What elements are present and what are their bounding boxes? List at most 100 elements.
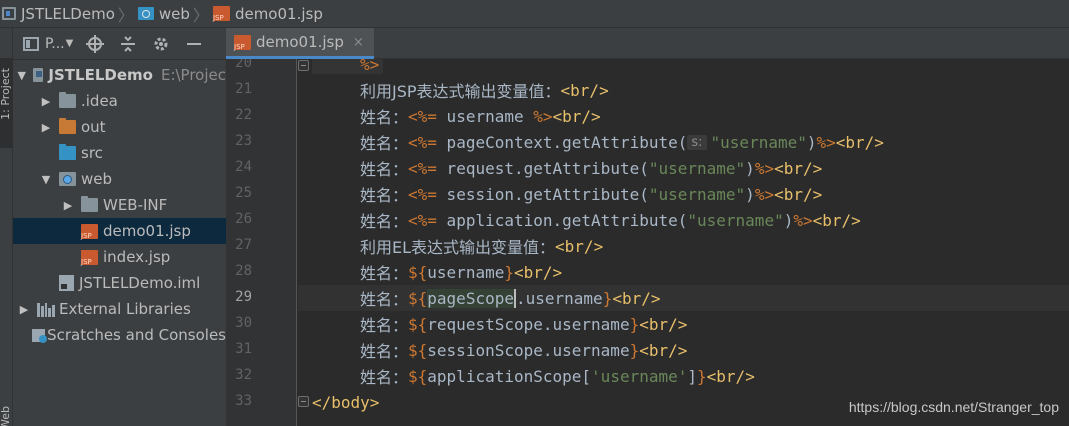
module-icon	[32, 68, 44, 82]
code-line: 姓名： ${username} <br/>	[298, 259, 1069, 285]
string-literal: "username"	[648, 158, 746, 178]
el-expression: requestScope.username	[427, 314, 630, 334]
tree-item-label: out	[81, 118, 106, 136]
tree-item-scratches[interactable]: Scratches and Consoles	[13, 322, 226, 348]
html-tag: <br/>	[560, 80, 609, 100]
el-expression: username	[427, 262, 505, 282]
tab-demo01-jsp[interactable]: demo01.jsp ×	[226, 28, 374, 59]
navigation-bar: JSTLELDemo 〉 web 〉 demo01.jsp	[0, 0, 1069, 28]
tree-item-project[interactable]: ▼ JSTLELDemo E:\Projec	[13, 62, 226, 88]
jsp-delimiter: %>	[793, 210, 813, 230]
code-line: 姓名： <%= username %> <br/>	[298, 103, 1069, 129]
code-area[interactable]: %> 利用JSP表达式输出变量值： <br/> 姓名： <%= username %…	[298, 59, 1069, 426]
tree-item-web[interactable]: ▼ web	[13, 166, 226, 192]
expand-arrow-icon[interactable]: ▶	[39, 95, 53, 108]
breadcrumb-project[interactable]: JSTLELDemo	[2, 0, 115, 28]
jsp-delimiter: <%=	[408, 106, 437, 126]
project-view-selector[interactable]: P... ▼	[23, 36, 83, 52]
el-expression: sessionScope.username	[427, 340, 630, 360]
el-identifier-highlight: pageScope	[427, 288, 514, 308]
project-tool-label[interactable]: 1: Project	[0, 68, 12, 120]
folder-blue-icon	[59, 144, 76, 160]
tree-item-label: index.jsp	[103, 248, 171, 266]
code-text: 姓名：	[360, 264, 409, 283]
code-line: 姓名： <%= application.getAttribute("usernam…	[298, 207, 1069, 233]
web-tool-label[interactable]: Web	[0, 406, 12, 426]
expand-arrow-icon[interactable]: ▶	[61, 199, 75, 212]
folder-icon	[59, 92, 76, 108]
code-editor[interactable]: 20 21 22 23 24 25 26 27 28 29 30 31 32 3…	[226, 59, 1069, 426]
el-delimiter: }	[602, 288, 613, 308]
tree-item-label: JSTLELDemo.iml	[79, 274, 201, 292]
jsp-icon	[81, 249, 98, 266]
html-tag: <br/>	[555, 236, 604, 256]
jsp-file-icon	[212, 6, 230, 22]
dropdown-arrow-icon: ▼	[65, 38, 74, 49]
el-delimiter: }	[629, 314, 640, 334]
scratches-icon	[32, 327, 48, 343]
editor-tab-bar: demo01.jsp ×	[226, 28, 1069, 59]
breadcrumb-project-label: JSTLELDemo	[21, 4, 115, 23]
html-tag: </body>	[312, 392, 380, 412]
tree-item-label: .idea	[81, 92, 118, 110]
project-panel: P... ▼ ▼ JSTLELDemo E:\Projec ▶ .idea ▶	[13, 28, 226, 426]
string-literal: "username"	[710, 132, 807, 152]
breadcrumb-folder[interactable]: web	[137, 0, 190, 28]
breadcrumb-folder-label: web	[158, 4, 190, 23]
code-line: 利用JSP表达式输出变量值： <br/>	[298, 77, 1069, 103]
expand-arrow-icon[interactable]: ▶	[39, 121, 53, 134]
tree-item-external-libraries[interactable]: ▶ External Libraries	[13, 296, 226, 322]
tree-item-label: demo01.jsp	[103, 222, 191, 240]
hide-icon[interactable]	[182, 32, 206, 56]
line-number: 21	[235, 81, 252, 97]
java-code: session.getAttribute(	[436, 184, 649, 204]
jsp-delimiter: <%=	[408, 210, 437, 230]
tree-item-iml[interactable]: JSTLELDemo.iml	[13, 270, 226, 296]
line-number: 22	[235, 107, 252, 123]
tree-item-index-jsp[interactable]: index.jsp	[13, 244, 226, 270]
tree-item-out[interactable]: ▶ out	[13, 114, 226, 140]
line-number: 20	[235, 59, 252, 71]
el-delimiter: ${	[408, 314, 428, 334]
tree-item-label: JSTLELDemo	[48, 66, 153, 84]
expand-arrow-icon[interactable]: ▼	[39, 173, 53, 186]
folder-orange-icon	[59, 118, 76, 134]
tree-item-label: web	[81, 170, 113, 188]
breadcrumb-file[interactable]: demo01.jsp	[212, 0, 323, 28]
java-code: pageContext.getAttribute(	[436, 132, 688, 152]
code-line: 姓名： ${requestScope.username} <br/>	[298, 311, 1069, 337]
code-text: 利用EL表达式输出变量值：	[360, 238, 556, 257]
tree-item-label: WEB-INF	[103, 196, 168, 214]
code-text: 姓名：	[360, 342, 409, 361]
parameter-hint: s:	[687, 134, 707, 150]
web-folder-icon	[137, 7, 154, 20]
line-number: 31	[235, 341, 252, 357]
el-delimiter: }	[504, 262, 514, 282]
jsp-delimiter: %>	[360, 59, 380, 74]
expand-arrow-icon[interactable]: ▶	[17, 303, 31, 316]
jsp-icon	[234, 34, 251, 51]
tree-item-label: src	[81, 144, 103, 162]
code-text: 利用JSP表达式输出变量值：	[360, 82, 561, 101]
code-line: 姓名： ${applicationScope['username']} <br/>	[298, 363, 1069, 389]
expand-arrow-icon[interactable]: ▼	[17, 69, 27, 82]
locate-icon[interactable]	[83, 32, 107, 56]
gear-icon[interactable]	[149, 32, 173, 56]
java-code: )	[783, 210, 794, 230]
html-tag: <br/>	[552, 106, 601, 126]
tree-item-src[interactable]: src	[13, 140, 226, 166]
close-icon[interactable]: ×	[353, 35, 364, 50]
code-line-current: 姓名： ${pageScope .username} <br/>	[298, 285, 1069, 311]
tree-item-idea[interactable]: ▶ .idea	[13, 88, 226, 114]
line-number: 24	[235, 159, 252, 175]
line-number: 26	[235, 211, 252, 227]
line-number: 25	[235, 185, 252, 201]
tree-item-demo01-jsp[interactable]: demo01.jsp	[13, 218, 226, 244]
breadcrumb-separator-icon: 〉	[192, 5, 209, 25]
folder-icon	[81, 196, 98, 212]
collapse-icon[interactable]	[116, 32, 140, 56]
panel-icon	[23, 36, 39, 51]
java-code: )	[806, 132, 817, 152]
code-text: 姓名：	[360, 212, 409, 231]
tree-item-web-inf[interactable]: ▶ WEB-INF	[13, 192, 226, 218]
